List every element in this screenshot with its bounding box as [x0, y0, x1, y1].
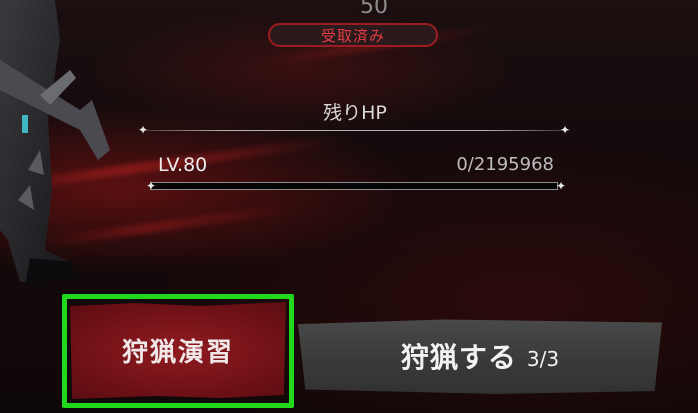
sparkle-icon: ✦ [138, 123, 149, 137]
sparkle-icon: ✦ [146, 179, 157, 193]
hunt-button[interactable]: 狩猟する 3/3 [298, 319, 662, 394]
boss-hp-panel: 残りHP ✦ ✦ LV.80 0/2195968 ✦ ✦ [138, 92, 571, 202]
claimed-status-badge: 受取済み [268, 23, 438, 47]
knight-character-art [0, 0, 110, 282]
boss-level-label: LV.80 [158, 154, 208, 176]
hunt-attempts-count: 3/3 [526, 347, 560, 371]
hunt-button-label: 狩猟する [400, 341, 517, 374]
hp-value-text: 0/2195968 [456, 154, 554, 175]
reward-count: 50 [360, 0, 388, 19]
sparkle-icon: ✦ [556, 179, 567, 193]
sparkle-icon: ✦ [560, 123, 571, 137]
hp-bar [150, 182, 558, 190]
hp-divider [140, 130, 570, 131]
hunt-practice-button[interactable]: 狩猟演習 [70, 302, 286, 399]
remaining-hp-title: 残りHP [323, 102, 387, 124]
